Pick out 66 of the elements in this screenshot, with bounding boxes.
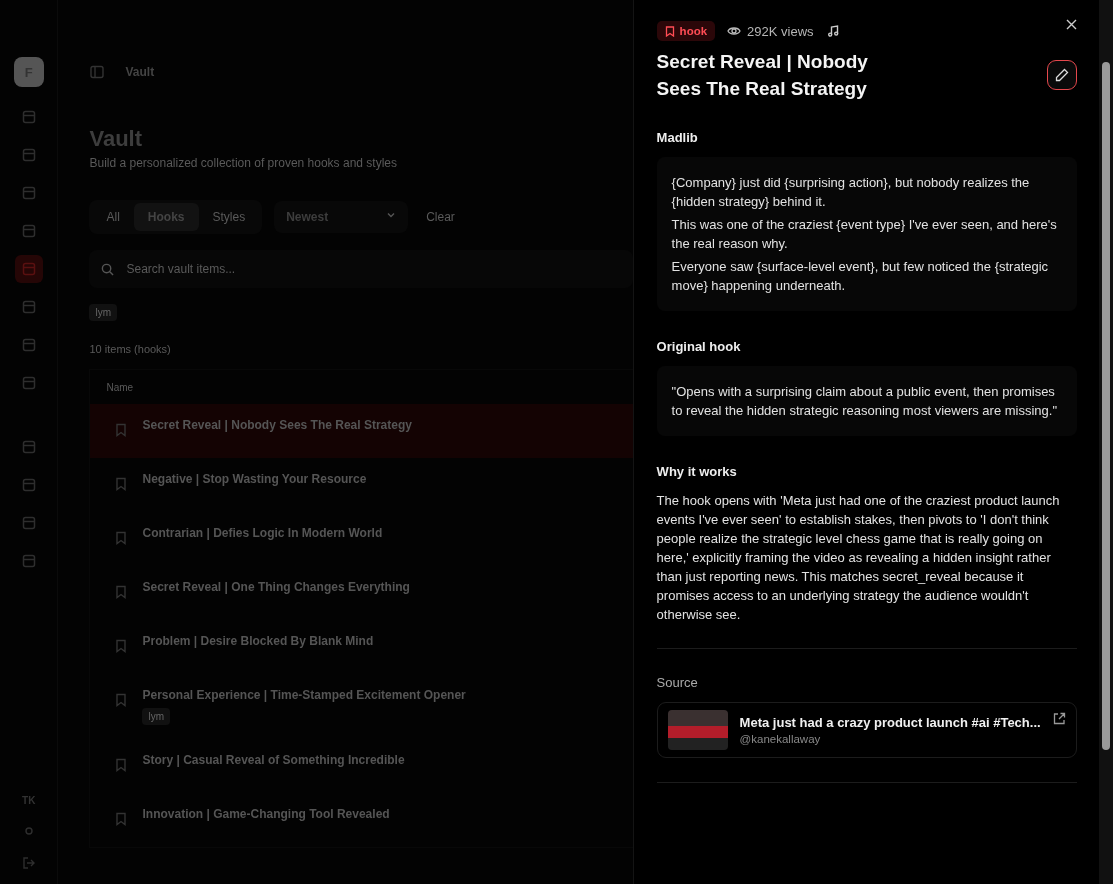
- bookmark-icon: [114, 477, 129, 491]
- table-row[interactable]: Story | Casual Reveal of Something Incredible: [90, 739, 633, 793]
- search-icon: [101, 262, 115, 276]
- original-hook-text: "Opens with a surprising claim about a public event, then promises to reveal the hidden strategic reasoning most viewers are missing.": [671, 383, 1059, 420]
- type-badge: hook: [656, 21, 716, 41]
- item-count: 10 items (hooks): [89, 343, 172, 355]
- external-link-icon[interactable]: [1052, 712, 1066, 725]
- table-row[interactable]: Personal Experience | Time-Stamped Excitement Opener lym: [90, 674, 633, 739]
- table-row[interactable]: Innovation | Game-Changing Tool Revealed: [90, 793, 633, 847]
- table-row[interactable]: Negative | Stop Wasting Your Resource: [90, 458, 633, 512]
- bookmark-icon: [114, 812, 129, 826]
- page-title: Vault: [89, 126, 144, 152]
- page-subtitle: Build a personalized collection of proven hooks and styles: [89, 156, 398, 170]
- panel-icon: [20, 439, 37, 455]
- bookmark-icon: [114, 531, 129, 545]
- search-field[interactable]: Search vault items...: [89, 250, 633, 288]
- hook-title: Secret Reveal | Nobody Sees The Real Strategy: [656, 50, 869, 101]
- chevron-down-icon: [386, 210, 397, 220]
- table-row[interactable]: Secret Reveal | One Thing Changes Everything: [90, 566, 633, 620]
- madlib-line: {Company} just did {surprising action}, but nobody realizes the {hidden strategy} behind it.: [671, 174, 1031, 211]
- madlib-line: Everyone saw {surface-level event}, but few noticed the {strategic move} happening underneath.: [671, 258, 1050, 295]
- edit-button[interactable]: [1046, 60, 1077, 90]
- bookmark-icon: [114, 423, 129, 437]
- panel-icon: [20, 109, 37, 125]
- filter-tab[interactable]: Styles: [198, 203, 260, 231]
- panel-icon: [20, 477, 37, 493]
- video-thumbnail-placeholder: [667, 710, 728, 750]
- section-label: Why it works: [656, 464, 738, 479]
- bookmark-icon: [114, 758, 129, 772]
- panel-icon: [20, 223, 37, 239]
- bookmark-icon: [114, 585, 129, 599]
- table-row[interactable]: Problem | Desire Blocked By Blank Mind: [90, 620, 633, 674]
- panel-icon: [20, 337, 37, 353]
- search-input[interactable]: Search vault items...: [124, 261, 621, 277]
- panel-icon: [20, 553, 37, 569]
- madlib-line: This was one of the craziest {event type} I've ever seen, and here's the real reason why.: [671, 216, 1058, 253]
- music-note-icon: [827, 25, 839, 37]
- table-row[interactable]: Contrarian | Defies Logic In Modern World: [90, 512, 633, 566]
- section-label: Source: [656, 675, 699, 690]
- source-title: Meta just had a crazy product launch #ai #Tech...: [739, 715, 1041, 730]
- pencil-icon: [1054, 68, 1069, 82]
- sidebar-item[interactable]: [14, 255, 43, 283]
- panel-icon: [20, 147, 37, 163]
- sidebar-toggle-icon[interactable]: [89, 64, 106, 80]
- section-label: Original hook: [656, 339, 742, 354]
- panel-icon: [20, 375, 37, 391]
- clear-button[interactable]: Clear: [420, 209, 461, 225]
- filter-tab[interactable]: All: [92, 203, 134, 231]
- tag-chip[interactable]: lym: [89, 304, 118, 321]
- table-row[interactable]: Secret Reveal | Nobody Sees The Real Strategy: [90, 404, 633, 458]
- source-handle: @kanekallaway: [739, 733, 822, 745]
- eye-icon: [727, 25, 742, 37]
- panel-icon: [20, 185, 37, 201]
- bookmark-icon: [114, 693, 129, 707]
- panel-icon: [20, 299, 37, 315]
- source-card[interactable]: Meta just had a crazy product launch #ai #Tech... @kanekallaway: [656, 702, 1077, 758]
- section-label: Madlib: [656, 130, 699, 145]
- column-header: Name: [106, 381, 134, 393]
- logout-icon[interactable]: [21, 856, 36, 870]
- breadcrumb[interactable]: Vault: [125, 65, 155, 79]
- close-icon[interactable]: [1065, 18, 1077, 30]
- panel-icon: [20, 515, 37, 531]
- bookmark-icon: [114, 639, 129, 653]
- explanation-text: The hook opens with 'Meta just had one of the craziest product launch events I've ever seen' to establish stakes, then pivots to 'I don't think people realize the strategic level chess game that is really going on here,' explicitly framing the video as revealing a hidden insight rather than just reporting news. This matches secret_reveal because it promises access to an underlying strategy the audience wouldn't otherwise see.: [656, 492, 1061, 624]
- view-count: 292K views: [747, 23, 814, 39]
- panel-icon: [20, 261, 37, 277]
